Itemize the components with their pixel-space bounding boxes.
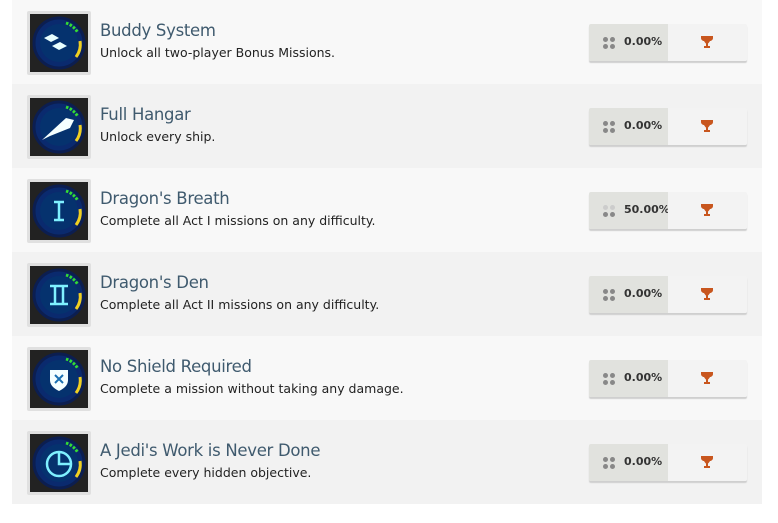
- ship-icon: [27, 95, 91, 159]
- achievement-title: Buddy System: [100, 21, 216, 40]
- rarity-dots-icon: [603, 373, 615, 385]
- achievement-row: Dragon's Den Complete all Act II mission…: [12, 252, 762, 336]
- unlock-percentage: 0.00%: [589, 444, 668, 481]
- achievement-title: Full Hangar: [100, 105, 191, 124]
- achievement-row: A Jedi's Work is Never Done Complete eve…: [12, 420, 762, 504]
- pie-clock-icon: [27, 431, 91, 495]
- trophy-button[interactable]: [668, 24, 747, 61]
- percent-value: 0.00%: [624, 371, 663, 384]
- achievement-stats-button[interactable]: 0.00%: [589, 276, 747, 313]
- percent-value: 0.00%: [624, 35, 663, 48]
- trophy-button[interactable]: [668, 276, 747, 313]
- buddy-system-icon: [27, 11, 91, 75]
- achievement-title: No Shield Required: [100, 357, 252, 376]
- achievement-description: Complete all Act II missions on any diff…: [100, 297, 380, 312]
- achievement-row: Buddy System Unlock all two-player Bonus…: [12, 0, 762, 84]
- unlock-percentage: 50.00%: [589, 192, 670, 229]
- achievement-row: No Shield Required Complete a mission wi…: [12, 336, 762, 420]
- trophy-button[interactable]: [668, 444, 747, 481]
- rarity-dots-icon: [603, 37, 615, 49]
- trophy-icon: [701, 120, 713, 132]
- trophy-icon: [701, 36, 713, 48]
- achievement-stats-button[interactable]: 0.00%: [589, 108, 747, 145]
- rarity-dots-icon: [603, 121, 615, 133]
- unlock-percentage: 0.00%: [589, 24, 668, 61]
- achievement-description: Unlock all two-player Bonus Missions.: [100, 45, 336, 60]
- achievement-description: Unlock every ship.: [100, 129, 216, 144]
- rarity-dots-icon: [603, 289, 615, 301]
- achievement-list: Buddy System Unlock all two-player Bonus…: [12, 0, 762, 504]
- trophy-icon: [701, 372, 713, 384]
- achievement-description: Complete all Act I missions on any diffi…: [100, 213, 376, 228]
- trophy-button[interactable]: [668, 108, 747, 145]
- trophy-icon: [701, 288, 713, 300]
- achievement-stats-button[interactable]: 50.00%: [589, 192, 747, 229]
- shield-icon: [27, 347, 91, 411]
- trophy-button[interactable]: [668, 192, 747, 229]
- achievement-stats-button[interactable]: 0.00%: [589, 360, 747, 397]
- rarity-dots-icon: [603, 457, 615, 469]
- rarity-dots-icon: [603, 205, 615, 217]
- percent-value: 0.00%: [624, 119, 663, 132]
- achievement-description: Complete a mission without taking any da…: [100, 381, 404, 396]
- percent-value: 0.00%: [624, 287, 663, 300]
- achievement-row: Dragon's Breath Complete all Act I missi…: [12, 168, 762, 252]
- percent-value: 50.00%: [624, 203, 670, 216]
- trophy-icon: [701, 456, 713, 468]
- act-one-icon: [27, 179, 91, 243]
- achievement-title: Dragon's Den: [100, 273, 209, 292]
- achievement-description: Complete every hidden objective.: [100, 465, 312, 480]
- unlock-percentage: 0.00%: [589, 360, 668, 397]
- act-two-icon: [27, 263, 91, 327]
- percent-value: 0.00%: [624, 455, 663, 468]
- achievement-title: A Jedi's Work is Never Done: [100, 441, 321, 460]
- achievement-title: Dragon's Breath: [100, 189, 230, 208]
- trophy-button[interactable]: [668, 360, 747, 397]
- unlock-percentage: 0.00%: [589, 276, 668, 313]
- trophy-icon: [701, 204, 713, 216]
- achievement-stats-button[interactable]: 0.00%: [589, 444, 747, 481]
- achievement-row: Full Hangar Unlock every ship. 0.00%: [12, 84, 762, 168]
- unlock-percentage: 0.00%: [589, 108, 668, 145]
- achievement-stats-button[interactable]: 0.00%: [589, 24, 747, 61]
